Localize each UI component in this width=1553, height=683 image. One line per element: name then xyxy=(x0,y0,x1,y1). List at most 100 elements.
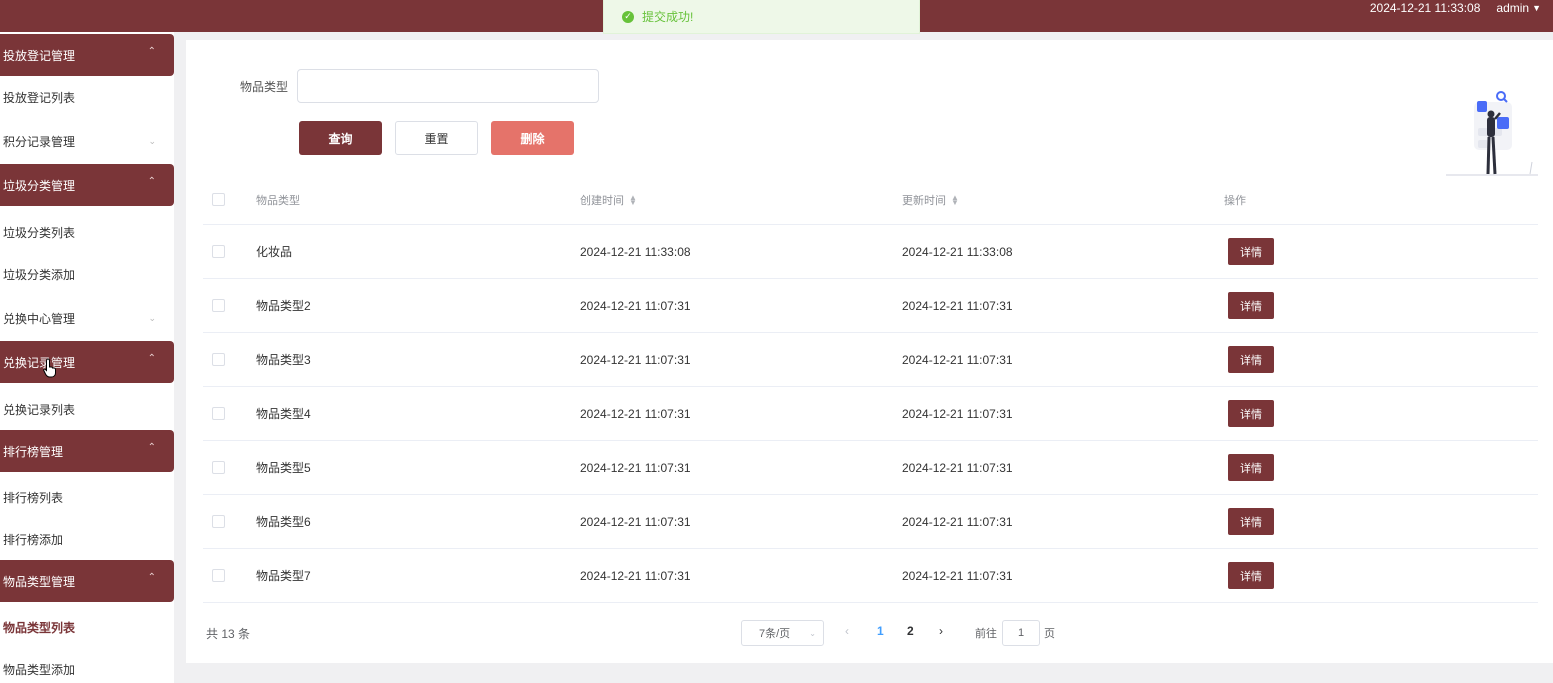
page-number-1[interactable]: 1 xyxy=(877,624,884,638)
operation-cell: 详情 xyxy=(1224,549,1274,602)
sort-icon[interactable]: ▲ ▼ xyxy=(951,193,959,206)
sidebar-item-item-type-list[interactable]: 物品类型列表 xyxy=(0,609,174,645)
created-time-cell: 2024-12-21 11:33:08 xyxy=(580,244,691,259)
sort-icon[interactable]: ▲ ▼ xyxy=(629,193,637,206)
sidebar-item-ranking-add[interactable]: 排行榜添加 xyxy=(0,521,174,557)
operation-cell: 详情 xyxy=(1224,387,1274,440)
hand-cursor-icon xyxy=(43,358,56,378)
header-label: 更新时间 xyxy=(902,194,946,207)
sidebar-section-points[interactable]: 积分记录管理 ⌄ xyxy=(0,123,174,159)
sidebar-section-exchange-center[interactable]: 兑换中心管理 ⌄ xyxy=(0,300,174,336)
created-time-cell: 2024-12-21 11:07:31 xyxy=(580,568,691,583)
sidebar-item-label: 垃圾分类添加 xyxy=(3,267,76,282)
sidebar-section-garbage[interactable]: 垃圾分类管理 ⌃ xyxy=(0,164,174,206)
table-row: 物品类型7 2024-12-21 11:07:31 2024-12-21 11:… xyxy=(203,549,1538,603)
goto-page-input[interactable] xyxy=(1002,620,1040,646)
header-updated-time[interactable]: 更新时间 ▲ ▼ xyxy=(902,175,959,224)
item-type-cell: 化妆品 xyxy=(256,245,293,259)
created-time-cell: 2024-12-21 11:07:31 xyxy=(580,460,691,475)
sidebar-item-label: 排行榜列表 xyxy=(3,490,64,505)
table-row: 化妆品 2024-12-21 11:33:08 2024-12-21 11:33… xyxy=(203,225,1538,279)
row-checkbox[interactable] xyxy=(212,407,225,420)
sidebar-item-exchange-records-list[interactable]: 兑换记录列表 xyxy=(0,391,174,427)
row-checkbox[interactable] xyxy=(212,299,225,312)
sidebar-item-label: 物品类型列表 xyxy=(3,620,76,635)
chevron-up-icon: ⌃ xyxy=(147,46,156,57)
query-button[interactable]: 查询 xyxy=(299,121,382,155)
total-count: 共 13 条 xyxy=(206,627,251,641)
item-type-search-input[interactable] xyxy=(297,69,599,103)
detail-button[interactable]: 详情 xyxy=(1228,238,1274,265)
item-type-cell: 物品类型4 xyxy=(256,407,311,421)
row-checkbox-cell xyxy=(212,387,225,440)
row-checkbox[interactable] xyxy=(212,245,225,258)
delete-button[interactable]: 删除 xyxy=(491,121,574,155)
sidebar-item-garbage-list[interactable]: 垃圾分类列表 xyxy=(0,214,174,250)
detail-button[interactable]: 详情 xyxy=(1228,562,1274,589)
sidebar-item-garbage-add[interactable]: 垃圾分类添加 xyxy=(0,256,174,292)
header-checkbox-cell xyxy=(212,175,225,224)
chevron-down-icon: ▼ xyxy=(1532,3,1541,13)
sidebar-item-ranking-list[interactable]: 排行榜列表 xyxy=(0,479,174,515)
item-type-cell: 物品类型7 xyxy=(256,569,311,583)
sidebar-item-label: 兑换记录列表 xyxy=(3,402,76,417)
sidebar-section-item-type[interactable]: 物品类型管理 ⌃ xyxy=(0,560,174,602)
sidebar-section-label: 兑换中心管理 xyxy=(3,311,76,326)
updated-time-cell: 2024-12-21 11:07:31 xyxy=(902,568,1013,583)
chevron-up-icon: ⌃ xyxy=(147,442,156,453)
header-created-time[interactable]: 创建时间 ▲ ▼ xyxy=(580,175,637,224)
chevron-up-icon: ⌃ xyxy=(147,176,156,187)
chevron-down-icon: ⌄ xyxy=(809,628,816,638)
sidebar-item-item-type-add[interactable]: 物品类型添加 xyxy=(0,651,174,683)
prev-page-icon[interactable]: ‹ xyxy=(845,624,849,638)
created-time-cell: 2024-12-21 11:07:31 xyxy=(580,406,691,421)
sidebar-section-ranking[interactable]: 排行榜管理 ⌃ xyxy=(0,430,174,472)
sidebar-section-label: 积分记录管理 xyxy=(3,134,76,149)
select-all-checkbox[interactable] xyxy=(212,193,225,206)
row-checkbox-cell xyxy=(212,333,225,386)
search-illustration-icon xyxy=(1446,91,1538,176)
pagination: 共 13 条 7条/页 ⌄ ‹ 1 2 › 前往 页 xyxy=(203,614,1538,650)
username: admin xyxy=(1496,1,1530,15)
header-item-type: 物品类型 xyxy=(256,194,300,207)
sidebar-item-label: 物品类型添加 xyxy=(3,662,76,677)
operation-cell: 详情 xyxy=(1224,495,1274,548)
toast-message: 提交成功! xyxy=(642,10,694,24)
sidebar: 投放登记管理 ⌃ 投放登记列表 积分记录管理 ⌄ 垃圾分类管理 ⌃ 垃圾分类列表… xyxy=(0,32,174,683)
sidebar-section-label: 排行榜管理 xyxy=(3,444,64,459)
sidebar-section-exchange-records[interactable]: 兑换记录管理 ⌃ xyxy=(0,341,174,383)
sidebar-section-label: 投放登记管理 xyxy=(3,48,76,63)
row-checkbox-cell xyxy=(212,279,225,332)
updated-time-cell: 2024-12-21 11:07:31 xyxy=(902,352,1013,367)
created-time-cell: 2024-12-21 11:07:31 xyxy=(580,298,691,313)
updated-time-cell: 2024-12-21 11:07:31 xyxy=(902,514,1013,529)
detail-button[interactable]: 详情 xyxy=(1228,346,1274,373)
header-operation: 操作 xyxy=(1224,194,1246,207)
detail-button[interactable]: 详情 xyxy=(1228,454,1274,481)
sidebar-section-delivery[interactable]: 投放登记管理 ⌃ xyxy=(0,34,174,76)
sidebar-section-label: 兑换记录管理 xyxy=(3,355,76,370)
page-size-select[interactable]: 7条/页 ⌄ xyxy=(741,620,824,646)
sidebar-item-label: 投放登记列表 xyxy=(3,90,76,105)
row-checkbox-cell xyxy=(212,441,225,494)
updated-time-cell: 2024-12-21 11:33:08 xyxy=(902,244,1013,259)
row-checkbox[interactable] xyxy=(212,461,225,474)
reset-button[interactable]: 重置 xyxy=(395,121,478,155)
item-type-table: 物品类型 创建时间 ▲ ▼ 更新时间 ▲ ▼ 操作 化妆品 2024-12-21 1… xyxy=(203,175,1538,603)
sidebar-item-delivery-list[interactable]: 投放登记列表 xyxy=(0,79,174,115)
goto-suffix: 页 xyxy=(1044,628,1055,640)
row-checkbox-cell xyxy=(212,549,225,602)
user-menu[interactable]: admin ▼ xyxy=(1496,1,1541,15)
operation-cell: 详情 xyxy=(1224,333,1274,386)
next-page-icon[interactable]: › xyxy=(939,624,943,638)
row-checkbox[interactable] xyxy=(212,353,225,366)
row-checkbox[interactable] xyxy=(212,515,225,528)
detail-button[interactable]: 详情 xyxy=(1228,508,1274,535)
created-time-cell: 2024-12-21 11:07:31 xyxy=(580,352,691,367)
detail-button[interactable]: 详情 xyxy=(1228,292,1274,319)
item-type-cell: 物品类型3 xyxy=(256,353,311,367)
goto-label: 前往 xyxy=(975,628,997,640)
row-checkbox[interactable] xyxy=(212,569,225,582)
detail-button[interactable]: 详情 xyxy=(1228,400,1274,427)
page-number-2[interactable]: 2 xyxy=(907,624,914,638)
